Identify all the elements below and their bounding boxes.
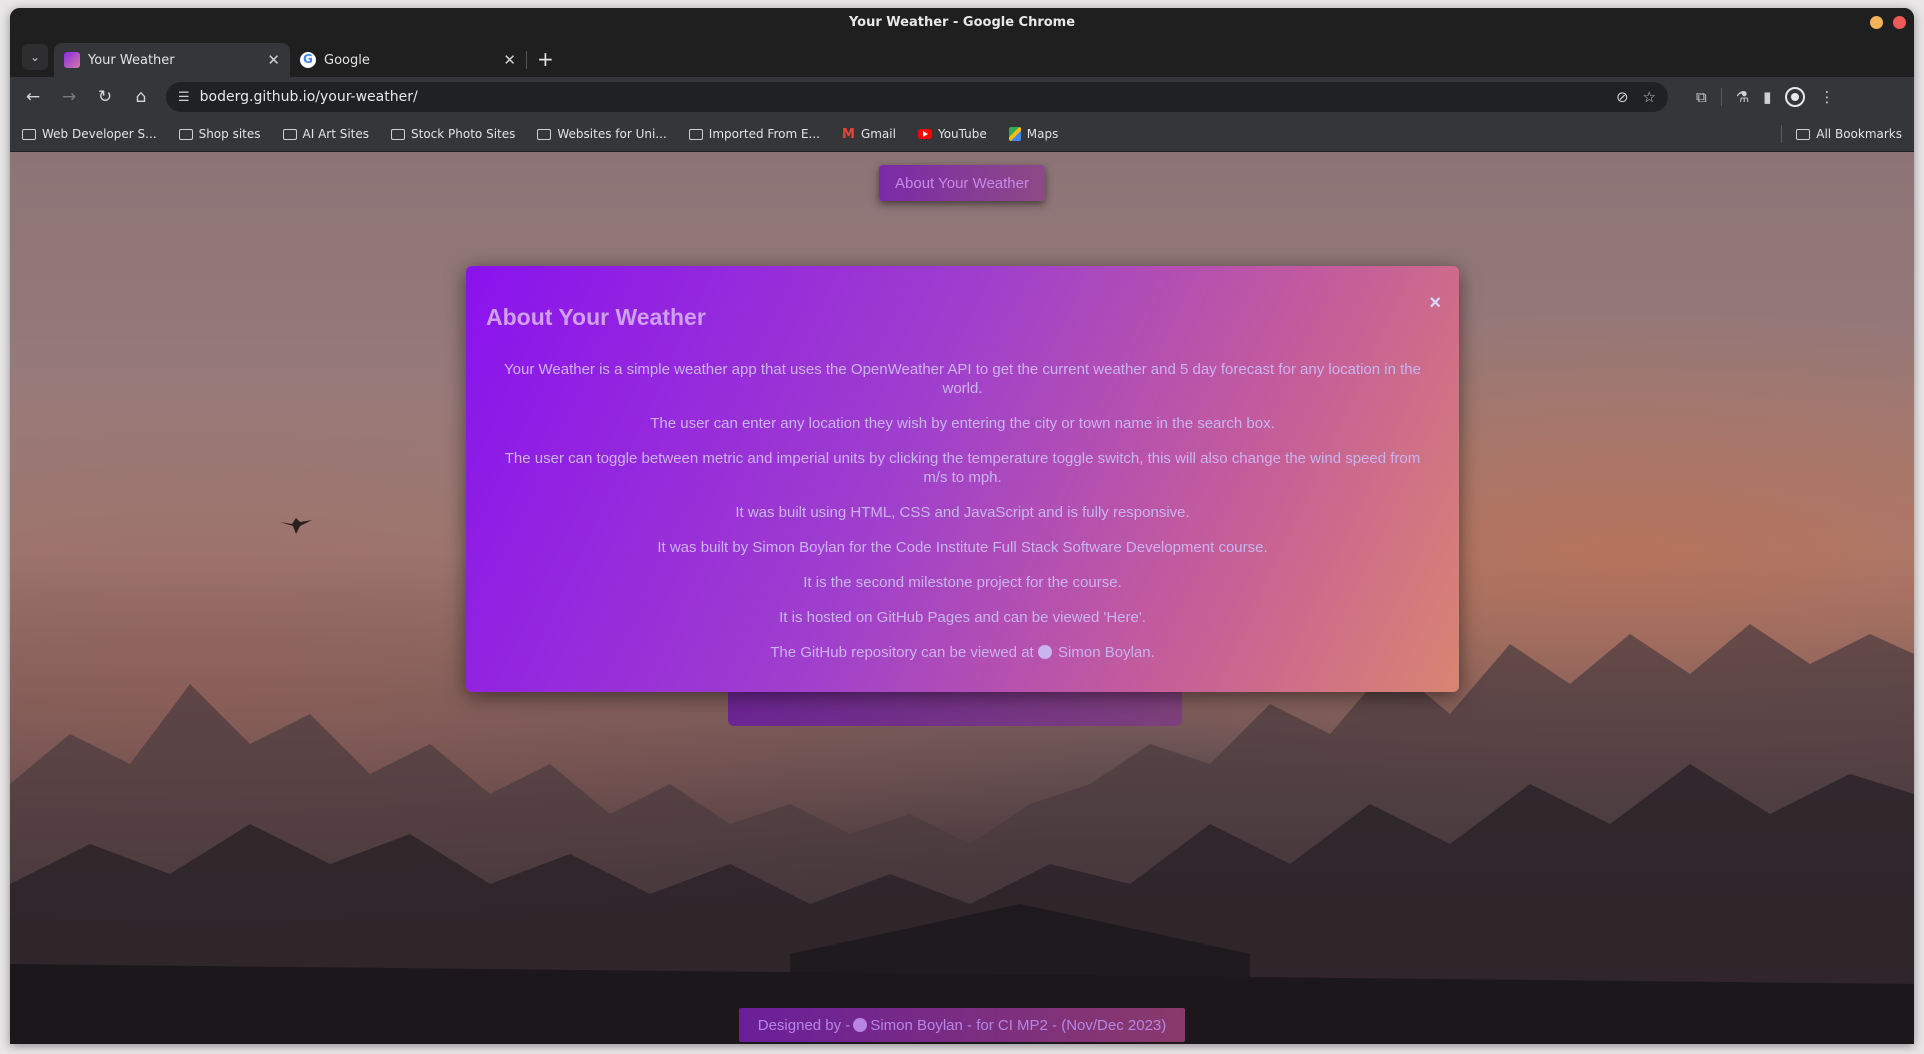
tab-your-weather[interactable]: Your Weather ✕ — [54, 43, 290, 77]
toolbar-divider — [1720, 88, 1722, 106]
reload-icon: ↻ — [97, 87, 113, 107]
all-bookmarks-label: All Bookmarks — [1816, 127, 1902, 141]
bookmark-folder[interactable]: Stock Photo Sites — [391, 127, 515, 141]
bookmark-label: Gmail — [860, 127, 896, 141]
modal-paragraph: The user can toggle between metric and i… — [504, 450, 1421, 486]
bookmark-folder[interactable]: Websites for Uni... — [537, 127, 667, 141]
bookmark-label: Maps — [1026, 127, 1059, 141]
close-icon[interactable]: ✕ — [503, 51, 516, 69]
window-title: Your Weather - Google Chrome — [848, 14, 1076, 30]
extension-puzzle-icon[interactable]: ⧉ — [1696, 88, 1707, 106]
footer-bar: Designed by - Simon Boylan - for CI MP2 … — [739, 1008, 1185, 1042]
bookmark-folder[interactable]: Imported From E... — [688, 127, 820, 141]
minimize-button[interactable] — [1870, 16, 1883, 29]
folder-icon — [282, 128, 297, 140]
bookmark-label: YouTube — [937, 127, 987, 141]
bird-silhouette-icon — [280, 518, 312, 534]
gmail-icon: M — [842, 126, 855, 142]
folder-icon — [22, 128, 36, 140]
side-panel-icon[interactable]: ▮ — [1763, 88, 1771, 106]
footer-prefix: Designed by - — [757, 1016, 851, 1034]
modal-body: Your Weather is a simple weather app tha… — [496, 360, 1429, 678]
toolbar-icons: ⧉ ⚗ ▮ ⋮ — [1696, 87, 1834, 107]
folder-icon — [688, 128, 703, 140]
github-icon — [1037, 645, 1052, 659]
modal-paragraph: Your Weather is a simple weather app tha… — [504, 361, 1421, 397]
reload-button[interactable]: ↻ — [90, 82, 120, 112]
tab-google[interactable]: Google ✕ — [290, 43, 526, 77]
chevron-down-icon: ⌄ — [29, 50, 41, 64]
modal-paragraph-hosted[interactable]: It is hosted on GitHub Pages and can be … — [496, 608, 1429, 627]
bookmark-gmail[interactable]: M Gmail — [842, 127, 896, 142]
address-bar[interactable]: ☰ boderg.github.io/your-weather/ ⊘ ☆ — [166, 82, 1668, 112]
profile-icon[interactable] — [1785, 87, 1806, 107]
arrow-left-icon: ← — [25, 87, 41, 107]
tab-divider — [526, 51, 527, 69]
bookmark-label: Stock Photo Sites — [411, 127, 516, 141]
back-button[interactable]: ← — [18, 82, 48, 112]
window-controls — [1870, 16, 1906, 29]
url-text[interactable]: boderg.github.io/your-weather/ — [200, 89, 1602, 105]
footer-link[interactable]: Simon Boylan - for CI MP2 - (Nov/Dec 202… — [870, 1017, 1166, 1034]
close-icon[interactable]: ✕ — [267, 51, 280, 69]
modal-close-button[interactable]: × — [1429, 292, 1441, 315]
bookmark-label: Web Developer S... — [42, 127, 157, 141]
site-info-icon[interactable]: ☰ — [178, 90, 190, 105]
home-icon: ⌂ — [135, 87, 147, 107]
toolbar: ← → ↻ ⌂ ☰ boderg.github.io/your-weather/… — [10, 77, 1914, 117]
labs-flask-icon[interactable]: ⚗ — [1736, 88, 1749, 106]
modal-paragraph: It is the second milestone project for t… — [803, 574, 1122, 591]
tab-strip: ⌄ Your Weather ✕ Google ✕ + — [10, 36, 1914, 77]
modal-paragraph: It was built by Simon Boylan for the Cod… — [657, 539, 1268, 556]
bookmarks-divider — [1781, 125, 1783, 143]
bookmark-maps[interactable]: Maps — [1008, 127, 1059, 141]
about-modal: About Your Weather × Your Weather is a s… — [466, 266, 1459, 692]
folder-icon — [537, 128, 552, 140]
bookmark-folder[interactable]: AI Art Sites — [282, 127, 370, 141]
modal-paragraph: The user can enter any location they wis… — [650, 415, 1275, 432]
youtube-icon — [917, 129, 932, 139]
modal-paragraph-repo: The GitHub repository can be viewed at S… — [496, 643, 1429, 662]
bookmark-label: Imported From E... — [708, 127, 820, 141]
about-your-weather-button[interactable]: About Your Weather — [879, 165, 1045, 201]
repo-link[interactable]: Simon Boylan. — [1058, 644, 1155, 661]
bookmark-label: Shop sites — [198, 127, 261, 141]
modal-title: About Your Weather — [486, 304, 706, 330]
home-button[interactable]: ⌂ — [126, 82, 156, 112]
bookmarks-bar: Web Developer S... Shop sites AI Art Sit… — [10, 117, 1914, 152]
new-tab-button[interactable]: + — [537, 47, 554, 71]
folder-icon — [178, 128, 193, 140]
bookmark-star-icon[interactable]: ☆ — [1643, 88, 1656, 106]
eye-off-icon[interactable]: ⊘ — [1616, 88, 1629, 106]
bookmark-label: Websites for Uni... — [557, 127, 667, 141]
title-bar: Your Weather - Google Chrome — [10, 8, 1914, 36]
modal-paragraph: It was built using HTML, CSS and JavaScr… — [735, 504, 1190, 521]
tab-label: Your Weather — [88, 52, 175, 68]
close-window-button[interactable] — [1893, 16, 1906, 29]
all-bookmarks-button[interactable]: All Bookmarks — [1796, 127, 1902, 141]
folder-icon — [1796, 128, 1811, 140]
forward-button[interactable]: → — [54, 82, 84, 112]
google-favicon-icon — [300, 52, 316, 68]
tab-label: Google — [324, 52, 370, 68]
bookmark-youtube[interactable]: YouTube — [917, 127, 987, 141]
browser-window: Your Weather - Google Chrome ⌄ Your Weat… — [10, 8, 1914, 1044]
tab-search-button[interactable]: ⌄ — [22, 44, 48, 70]
all-bookmarks-group: All Bookmarks — [1781, 125, 1902, 143]
bookmark-folder[interactable]: Shop sites — [178, 127, 261, 141]
page-viewport: About Your Weather About Your Weather × … — [10, 152, 1914, 1044]
bookmark-folder[interactable]: Web Developer S... — [22, 127, 157, 141]
menu-kebab-icon[interactable]: ⋮ — [1819, 88, 1834, 106]
repo-prefix: The GitHub repository can be viewed at — [770, 644, 1034, 661]
weather-favicon-icon — [64, 52, 80, 68]
maps-icon — [1008, 127, 1021, 141]
github-icon — [853, 1018, 868, 1032]
arrow-right-icon: → — [61, 87, 77, 107]
bookmark-label: AI Art Sites — [302, 127, 370, 141]
folder-icon — [391, 128, 406, 140]
